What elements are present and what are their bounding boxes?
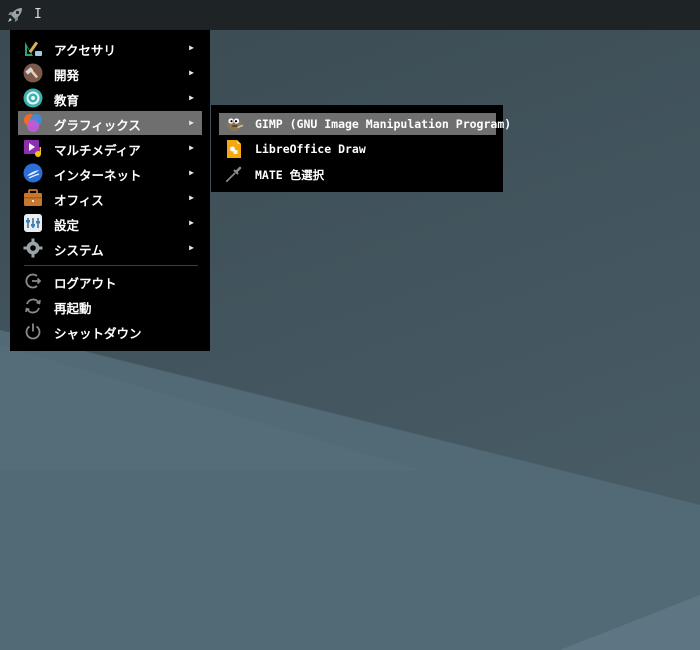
accessories-icon — [23, 38, 43, 58]
menu-item-logout[interactable]: ログアウト — [18, 269, 202, 293]
submenu-arrow-icon: ▶ — [189, 93, 194, 102]
rocket-icon[interactable] — [5, 5, 25, 25]
menu-item-development[interactable]: 開発 ▶ — [18, 61, 202, 85]
application-menu: アクセサリ ▶ 開発 ▶ 教育 ▶ グラフィックス ▶ マルチメディア ▶ イン… — [10, 30, 210, 351]
menu-item-education[interactable]: 教育 ▶ — [18, 86, 202, 110]
submenu-arrow-icon: ▶ — [189, 168, 194, 177]
submenu-arrow-icon: ▶ — [189, 68, 194, 77]
restart-icon — [23, 296, 43, 316]
graphics-submenu: GIMP (GNU Image Manipulation Program) Li… — [211, 105, 511, 192]
system-icon — [23, 238, 43, 258]
menu-item-settings[interactable]: 設定 ▶ — [18, 211, 202, 235]
menu-item-system[interactable]: システム ▶ — [18, 236, 202, 260]
settings-icon — [23, 213, 43, 233]
education-icon — [23, 88, 43, 108]
menu-item-restart[interactable]: 再起動 — [18, 294, 202, 318]
menu-item-multimedia[interactable]: マルチメディア ▶ — [18, 136, 202, 160]
logout-icon — [23, 271, 43, 291]
submenu-item-gimp[interactable]: GIMP (GNU Image Manipulation Program) — [219, 113, 511, 135]
submenu-item-color-picker[interactable]: MATE 色選択 — [219, 163, 496, 185]
menu-separator — [24, 265, 198, 266]
submenu-arrow-icon: ▶ — [189, 143, 194, 152]
menu-item-office[interactable]: オフィス ▶ — [18, 186, 202, 210]
menu-item-shutdown[interactable]: シャットダウン — [18, 319, 202, 343]
submenu-arrow-icon: ▶ — [189, 118, 194, 127]
menu-item-accessories[interactable]: アクセサリ ▶ — [18, 36, 202, 60]
libreoffice-draw-icon — [224, 139, 244, 159]
menu-item-graphics[interactable]: グラフィックス ▶ — [18, 111, 202, 135]
submenu-arrow-icon: ▶ — [189, 243, 194, 252]
submenu-arrow-icon: ▶ — [189, 193, 194, 202]
submenu-item-libreoffice-draw[interactable]: LibreOffice Draw — [219, 138, 496, 160]
submenu-arrow-icon: ▶ — [189, 43, 194, 52]
shutdown-icon — [23, 321, 43, 341]
multimedia-icon — [23, 138, 43, 158]
top-panel: I — [0, 0, 700, 30]
submenu-arrow-icon: ▶ — [189, 218, 194, 227]
internet-icon — [23, 163, 43, 183]
graphics-icon — [23, 113, 43, 133]
development-icon — [23, 63, 43, 83]
menu-item-internet[interactable]: インターネット ▶ — [18, 161, 202, 185]
gimp-icon — [224, 114, 244, 134]
color-picker-icon — [224, 164, 244, 184]
panel-text-cursor: I — [34, 7, 42, 22]
office-icon — [23, 188, 43, 208]
